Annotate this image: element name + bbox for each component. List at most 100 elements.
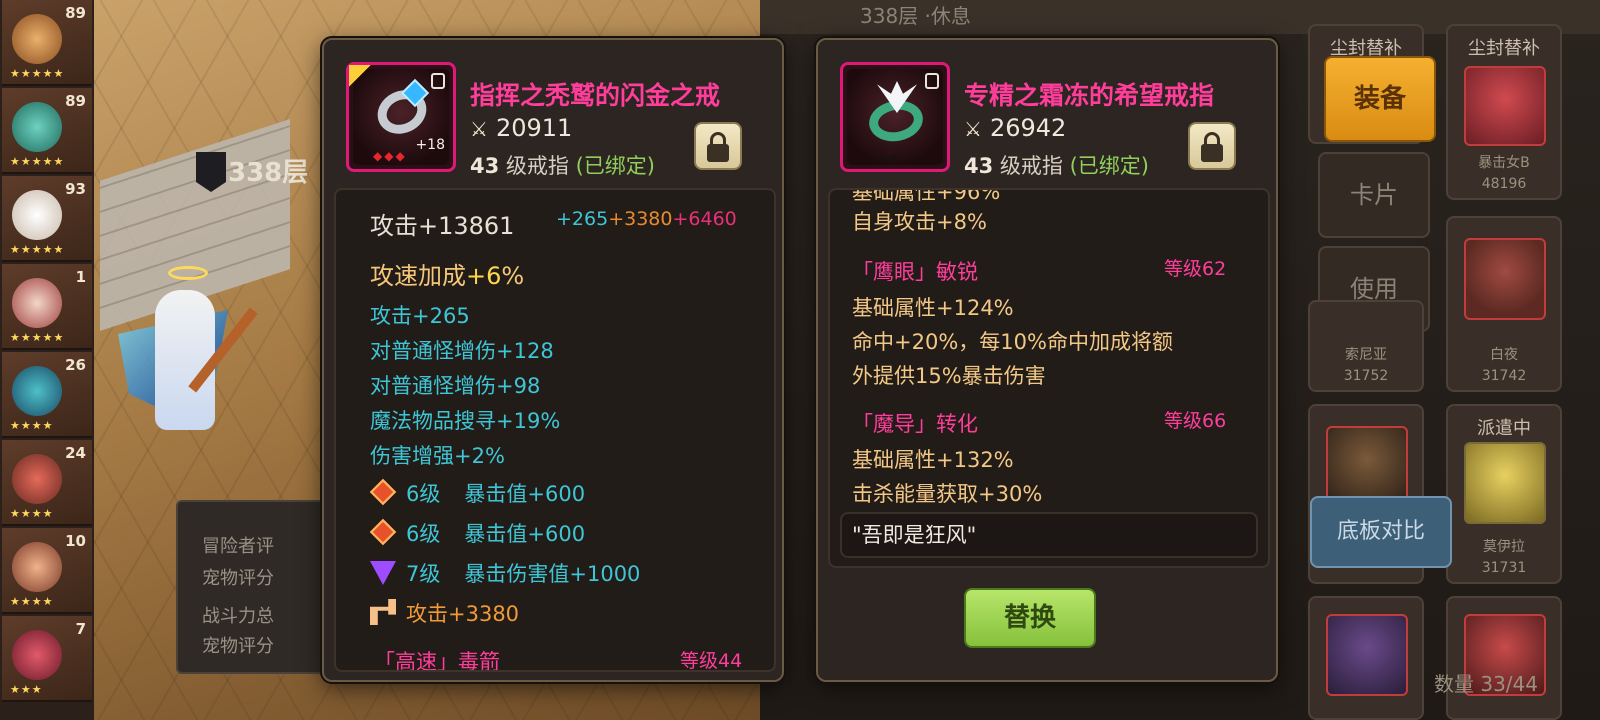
crossed-swords-icon: ⚔ xyxy=(470,117,488,141)
replace-button[interactable]: 替换 xyxy=(964,588,1096,648)
bonus-blue: +265 xyxy=(556,208,609,230)
character-slot[interactable]: 26 ★★★★ xyxy=(2,352,92,438)
character-list[interactable]: 89 ★★★★★ 89 ★★★★★ 93 ★★★★★ 1 ★★★★★ 26 ★★… xyxy=(0,0,94,720)
star-rating: ★★★★★ xyxy=(10,243,65,256)
power-value: 26942 xyxy=(989,114,1067,142)
halo-icon xyxy=(168,266,208,280)
bonus-pink: +6460 xyxy=(672,208,737,230)
item-stats-panel[interactable]: 攻击+13861 +265+3380+6460 攻速加成+6% 攻击+265 对… xyxy=(334,188,776,672)
hero-portrait xyxy=(1326,614,1408,696)
socket-level: 6级 xyxy=(406,522,441,546)
info-line: 宠物评分 xyxy=(202,568,274,589)
skill-effect: 基础属性+132% xyxy=(852,448,1014,472)
character-level: 26 xyxy=(65,356,86,374)
bound-label: (已绑定) xyxy=(575,154,655,178)
sub-stat: 对普通怪增伤+128 xyxy=(370,339,554,363)
lock-button[interactable] xyxy=(694,122,742,170)
skill-effect: 命中+20%，每10%命中加成将额 xyxy=(852,330,1173,354)
character-slot[interactable]: 93 ★★★★★ xyxy=(2,176,92,262)
item-power: ⚔ 20911 xyxy=(470,114,572,142)
equip-button[interactable]: 装备 xyxy=(1324,56,1436,142)
character-slot[interactable]: 1 ★★★★★ xyxy=(2,264,92,350)
lock-body xyxy=(707,144,729,162)
lock-button[interactable] xyxy=(1188,122,1236,170)
sub-stat: 攻击+265 xyxy=(370,304,470,328)
skill-level: 等级44 xyxy=(680,650,743,672)
hero-power: 31752 xyxy=(1343,368,1389,384)
info-line: 宠物评分 xyxy=(202,636,274,657)
item-level: 43 xyxy=(964,154,994,178)
character-level: 89 xyxy=(65,92,86,110)
substitute-hero-card[interactable]: 尘封替补 暴击女B 48196 xyxy=(1446,24,1562,200)
item-type-label: 级戒指 xyxy=(999,154,1063,178)
hero-card[interactable]: 索尼亚 31752 xyxy=(1308,300,1424,392)
floor-label: 338层 xyxy=(228,158,309,188)
bound-label: (已绑定) xyxy=(1069,154,1149,178)
compare-button[interactable]: 底板对比 xyxy=(1310,496,1452,568)
sub-stat: 魔法物品搜寻+19% xyxy=(370,409,561,433)
slot-title: 尘封替补 xyxy=(1468,38,1540,59)
info-line: 冒险者评 xyxy=(202,536,274,557)
top-status-text: 338层 ·休息 xyxy=(860,4,971,28)
star-rating: ★★★★ xyxy=(10,507,54,520)
hammer-icon xyxy=(370,599,396,625)
character-portrait xyxy=(12,102,62,152)
socket-level: 6级 xyxy=(406,482,441,506)
hero-portrait xyxy=(1464,238,1546,320)
score-info-box: 冒险者评 宠物评分 战斗力总 宠物评分 xyxy=(176,500,326,674)
character-portrait xyxy=(12,278,62,328)
hero-power: 48196 xyxy=(1481,176,1527,192)
star-rating: ★★★★★ xyxy=(10,331,65,344)
hero-card[interactable] xyxy=(1308,596,1424,720)
socket-effect: 暴击伤害值+1000 xyxy=(464,562,641,586)
power-value: 20911 xyxy=(495,114,573,142)
item-name: 指挥之秃鹫的闪金之戒 xyxy=(470,81,721,110)
hero-card[interactable] xyxy=(1446,596,1562,720)
skill-level: 等级66 xyxy=(1164,410,1227,432)
red-gem-icon xyxy=(369,478,397,506)
compare-item-tooltip: ◆◆ 专精之霜冻的希望戒指 ⚔ 26942 43 级戒指 (已绑定) 基础属性+9… xyxy=(816,38,1278,682)
crossed-swords-icon: ⚔ xyxy=(964,117,982,141)
speed-suffix: % xyxy=(501,262,525,290)
character-level: 93 xyxy=(65,180,86,198)
dispatched-hero-card[interactable]: 派遣中 莫伊拉 31731 xyxy=(1446,404,1562,584)
character-level: 7 xyxy=(75,620,86,638)
socket-effect: 暴击值+600 xyxy=(464,522,586,546)
background-scene: 338层 ·休息 89 ★★★★★ 89 ★★★★★ 93 ★★★★★ 1 ★★… xyxy=(0,0,1600,720)
lock-icon xyxy=(925,73,939,89)
character-slot[interactable]: 24 ★★★★ xyxy=(2,440,92,526)
hero-count: 数量 33/44 xyxy=(1434,672,1538,696)
character-slot[interactable]: 89 ★★★★★ xyxy=(2,0,92,86)
item-type-label: 级戒指 xyxy=(505,154,569,178)
hero-name: 莫伊拉 xyxy=(1483,539,1525,555)
item-name: 专精之霜冻的希望戒指 xyxy=(964,81,1215,110)
sub-stat: 对普通怪增伤+98 xyxy=(370,374,541,398)
item-power: ⚔ 26942 xyxy=(964,114,1066,142)
card-button[interactable]: 卡片 xyxy=(1318,152,1430,238)
character-slot[interactable]: 10 ★★★★ xyxy=(2,528,92,614)
character-level: 89 xyxy=(65,4,86,22)
item-icon-slot[interactable]: ◆◆ xyxy=(840,62,950,172)
hero-portrait xyxy=(1464,442,1546,524)
item-icon-slot[interactable]: +18 ◆◆◆ xyxy=(346,62,456,172)
socket-row: 6级 暴击值+600 xyxy=(369,518,586,548)
skill-name: 「高速」毒箭 xyxy=(374,650,500,672)
item-flavor-quote: "吾即是狂风" xyxy=(840,512,1258,558)
character-portrait xyxy=(12,190,62,240)
item-stats-panel[interactable]: 基础属性+96% 自身攻击+8% 「鹰眼」敏锐 等级62 基础属性+124% 命… xyxy=(828,188,1270,568)
socket-row: 6级 暴击值+600 xyxy=(369,478,586,508)
character-slot[interactable]: 7 ★★★ xyxy=(2,616,92,702)
speed-label: 攻速加成 xyxy=(370,262,466,290)
star-rating: ★★★★★ xyxy=(10,67,65,80)
character-portrait xyxy=(12,630,62,680)
hero-name: 白夜 xyxy=(1490,347,1518,363)
character-portrait xyxy=(12,542,62,592)
sub-stat: 伤害增强+2% xyxy=(370,444,505,468)
hero-card[interactable]: 白夜 31742 xyxy=(1446,216,1562,392)
slot-title: 派遣中 xyxy=(1477,418,1531,439)
info-line: 战斗力总 xyxy=(202,606,274,627)
character-level: 1 xyxy=(75,268,86,286)
socket-effect: 暴击值+600 xyxy=(464,482,586,506)
socket-dots-icon: ◆◆ xyxy=(879,151,902,165)
character-slot[interactable]: 89 ★★★★★ xyxy=(2,88,92,174)
